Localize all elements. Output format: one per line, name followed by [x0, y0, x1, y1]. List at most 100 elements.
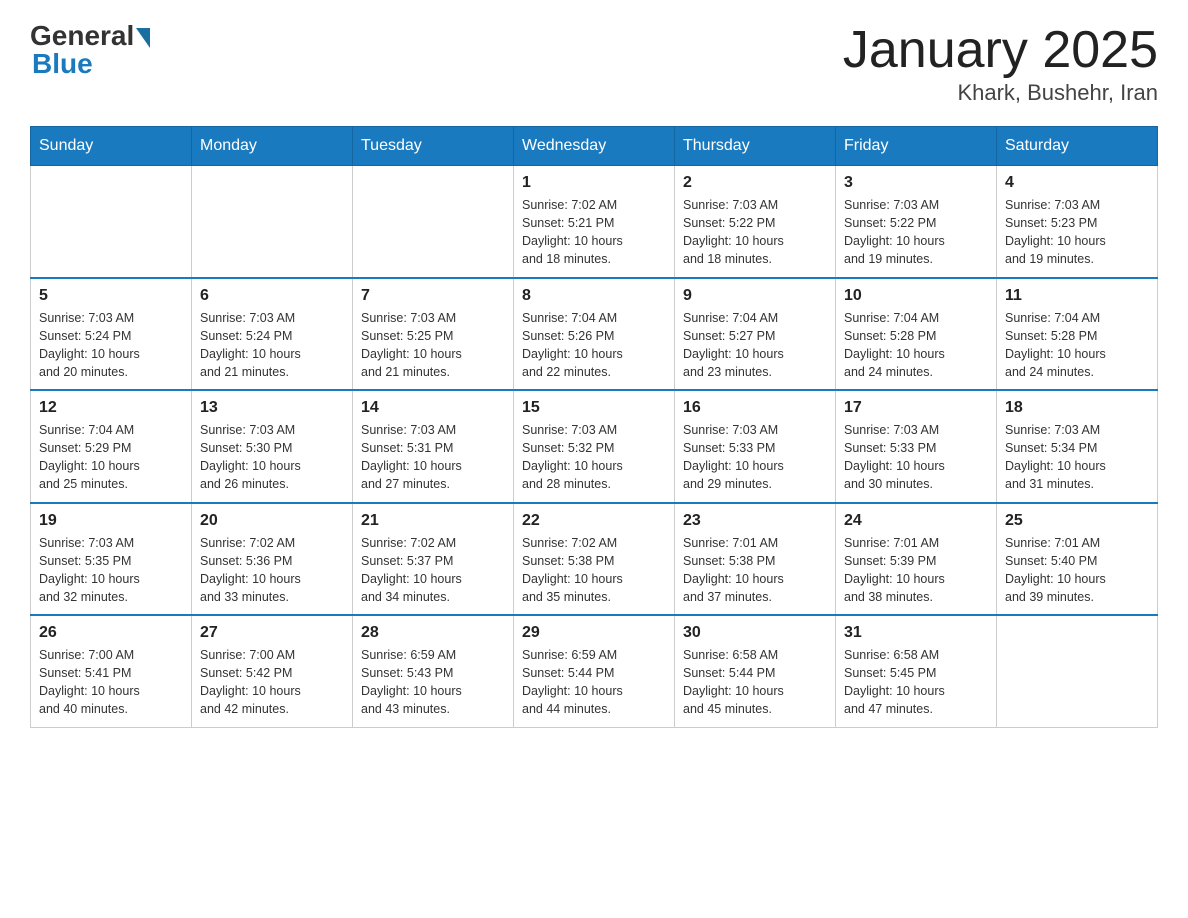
day-info: Sunrise: 7:03 AMSunset: 5:32 PMDaylight:…	[522, 421, 666, 494]
day-number: 7	[361, 287, 505, 305]
day-info: Sunrise: 7:01 AMSunset: 5:40 PMDaylight:…	[1005, 534, 1149, 607]
day-info: Sunrise: 7:04 AMSunset: 5:28 PMDaylight:…	[1005, 309, 1149, 382]
week-row-2: 5 Sunrise: 7:03 AMSunset: 5:24 PMDaylight…	[31, 278, 1158, 391]
day-cell: 15 Sunrise: 7:03 AMSunset: 5:32 PMDayligh…	[514, 390, 675, 503]
day-number: 22	[522, 512, 666, 530]
day-cell: 16 Sunrise: 7:03 AMSunset: 5:33 PMDayligh…	[675, 390, 836, 503]
day-cell: 9Sunrise: 7:04 AMSunset: 5:27 PMDaylight…	[675, 278, 836, 391]
day-number: 4	[1005, 174, 1149, 192]
logo-blue-text: Blue	[32, 48, 93, 80]
day-info: Sunrise: 7:04 AMSunset: 5:27 PMDaylight:…	[683, 309, 827, 382]
day-info: Sunrise: 7:02 AMSunset: 5:36 PMDaylight:…	[200, 534, 344, 607]
day-number: 23	[683, 512, 827, 530]
day-cell: 17Sunrise: 7:03 AMSunset: 5:33 PMDayligh…	[836, 390, 997, 503]
day-info: Sunrise: 7:03 AMSunset: 5:33 PMDaylight:…	[683, 421, 827, 494]
day-info: Sunrise: 7:02 AMSunset: 5:37 PMDaylight:…	[361, 534, 505, 607]
day-info: Sunrise: 6:59 AMSunset: 5:43 PMDaylight:…	[361, 646, 505, 719]
day-cell: 10 Sunrise: 7:04 AMSunset: 5:28 PMDayligh…	[836, 278, 997, 391]
day-cell: 3Sunrise: 7:03 AMSunset: 5:22 PMDaylight…	[836, 166, 997, 278]
day-cell: 25 Sunrise: 7:01 AMSunset: 5:40 PMDayligh…	[997, 503, 1158, 616]
day-cell	[31, 166, 192, 278]
day-number: 1	[522, 174, 666, 192]
calendar-title: January 2025	[843, 20, 1158, 80]
day-cell: 20Sunrise: 7:02 AMSunset: 5:36 PMDayligh…	[192, 503, 353, 616]
day-info: Sunrise: 7:03 AMSunset: 5:23 PMDaylight:…	[1005, 196, 1149, 269]
day-number: 6	[200, 287, 344, 305]
weekday-header-monday: Monday	[192, 127, 353, 166]
day-number: 25	[1005, 512, 1149, 530]
weekday-header-thursday: Thursday	[675, 127, 836, 166]
day-info: Sunrise: 7:03 AMSunset: 5:31 PMDaylight:…	[361, 421, 505, 494]
week-row-5: 26 Sunrise: 7:00 AMSunset: 5:41 PMDayligh…	[31, 615, 1158, 727]
day-number: 14	[361, 399, 505, 417]
day-number: 8	[522, 287, 666, 305]
day-info: Sunrise: 7:00 AMSunset: 5:41 PMDaylight:…	[39, 646, 183, 719]
day-number: 15	[522, 399, 666, 417]
day-number: 29	[522, 624, 666, 642]
day-cell: 12 Sunrise: 7:04 AMSunset: 5:29 PMDayligh…	[31, 390, 192, 503]
day-number: 12	[39, 399, 183, 417]
day-info: Sunrise: 6:58 AMSunset: 5:45 PMDaylight:…	[844, 646, 988, 719]
day-cell: 8Sunrise: 7:04 AMSunset: 5:26 PMDaylight…	[514, 278, 675, 391]
day-cell: 27 Sunrise: 7:00 AMSunset: 5:42 PMDayligh…	[192, 615, 353, 727]
day-info: Sunrise: 7:03 AMSunset: 5:35 PMDaylight:…	[39, 534, 183, 607]
week-row-3: 12 Sunrise: 7:04 AMSunset: 5:29 PMDayligh…	[31, 390, 1158, 503]
day-number: 16	[683, 399, 827, 417]
day-cell: 2 Sunrise: 7:03 AMSunset: 5:22 PMDaylight…	[675, 166, 836, 278]
weekday-header-sunday: Sunday	[31, 127, 192, 166]
day-cell	[997, 615, 1158, 727]
day-cell: 26 Sunrise: 7:00 AMSunset: 5:41 PMDayligh…	[31, 615, 192, 727]
day-cell: 29 Sunrise: 6:59 AMSunset: 5:44 PMDayligh…	[514, 615, 675, 727]
day-number: 13	[200, 399, 344, 417]
day-cell	[353, 166, 514, 278]
weekday-header-friday: Friday	[836, 127, 997, 166]
day-info: Sunrise: 7:01 AMSunset: 5:39 PMDaylight:…	[844, 534, 988, 607]
day-cell: 13Sunrise: 7:03 AMSunset: 5:30 PMDayligh…	[192, 390, 353, 503]
week-row-1: 1Sunrise: 7:02 AMSunset: 5:21 PMDaylight…	[31, 166, 1158, 278]
day-info: Sunrise: 7:00 AMSunset: 5:42 PMDaylight:…	[200, 646, 344, 719]
day-number: 24	[844, 512, 988, 530]
day-number: 19	[39, 512, 183, 530]
day-number: 10	[844, 287, 988, 305]
day-number: 2	[683, 174, 827, 192]
day-cell: 4 Sunrise: 7:03 AMSunset: 5:23 PMDaylight…	[997, 166, 1158, 278]
day-cell: 7 Sunrise: 7:03 AMSunset: 5:25 PMDaylight…	[353, 278, 514, 391]
day-number: 5	[39, 287, 183, 305]
weekday-header-tuesday: Tuesday	[353, 127, 514, 166]
day-info: Sunrise: 7:03 AMSunset: 5:24 PMDaylight:…	[200, 309, 344, 382]
page-header: General Blue January 2025 Khark, Bushehr…	[30, 20, 1158, 106]
logo-arrow-icon	[136, 28, 150, 48]
day-cell: 14 Sunrise: 7:03 AMSunset: 5:31 PMDayligh…	[353, 390, 514, 503]
day-info: Sunrise: 7:04 AMSunset: 5:29 PMDaylight:…	[39, 421, 183, 494]
day-cell: 30Sunrise: 6:58 AMSunset: 5:44 PMDayligh…	[675, 615, 836, 727]
day-number: 11	[1005, 287, 1149, 305]
weekday-header-saturday: Saturday	[997, 127, 1158, 166]
day-cell: 19 Sunrise: 7:03 AMSunset: 5:35 PMDayligh…	[31, 503, 192, 616]
day-info: Sunrise: 7:02 AMSunset: 5:38 PMDaylight:…	[522, 534, 666, 607]
weekday-header-row: SundayMondayTuesdayWednesdayThursdayFrid…	[31, 127, 1158, 166]
day-number: 3	[844, 174, 988, 192]
day-number: 17	[844, 399, 988, 417]
day-cell: 18Sunrise: 7:03 AMSunset: 5:34 PMDayligh…	[997, 390, 1158, 503]
day-cell	[192, 166, 353, 278]
day-number: 28	[361, 624, 505, 642]
day-cell: 5 Sunrise: 7:03 AMSunset: 5:24 PMDaylight…	[31, 278, 192, 391]
day-number: 26	[39, 624, 183, 642]
day-cell: 24 Sunrise: 7:01 AMSunset: 5:39 PMDayligh…	[836, 503, 997, 616]
day-cell: 1Sunrise: 7:02 AMSunset: 5:21 PMDaylight…	[514, 166, 675, 278]
day-number: 21	[361, 512, 505, 530]
day-cell: 23Sunrise: 7:01 AMSunset: 5:38 PMDayligh…	[675, 503, 836, 616]
weekday-header-wednesday: Wednesday	[514, 127, 675, 166]
day-info: Sunrise: 6:59 AMSunset: 5:44 PMDaylight:…	[522, 646, 666, 719]
day-cell: 28 Sunrise: 6:59 AMSunset: 5:43 PMDayligh…	[353, 615, 514, 727]
day-info: Sunrise: 7:03 AMSunset: 5:24 PMDaylight:…	[39, 309, 183, 382]
day-cell: 31 Sunrise: 6:58 AMSunset: 5:45 PMDayligh…	[836, 615, 997, 727]
day-info: Sunrise: 6:58 AMSunset: 5:44 PMDaylight:…	[683, 646, 827, 719]
day-info: Sunrise: 7:03 AMSunset: 5:22 PMDaylight:…	[683, 196, 827, 269]
day-number: 31	[844, 624, 988, 642]
day-cell: 22 Sunrise: 7:02 AMSunset: 5:38 PMDayligh…	[514, 503, 675, 616]
day-info: Sunrise: 7:04 AMSunset: 5:28 PMDaylight:…	[844, 309, 988, 382]
day-cell: 21 Sunrise: 7:02 AMSunset: 5:37 PMDayligh…	[353, 503, 514, 616]
day-number: 27	[200, 624, 344, 642]
day-info: Sunrise: 7:03 AMSunset: 5:25 PMDaylight:…	[361, 309, 505, 382]
